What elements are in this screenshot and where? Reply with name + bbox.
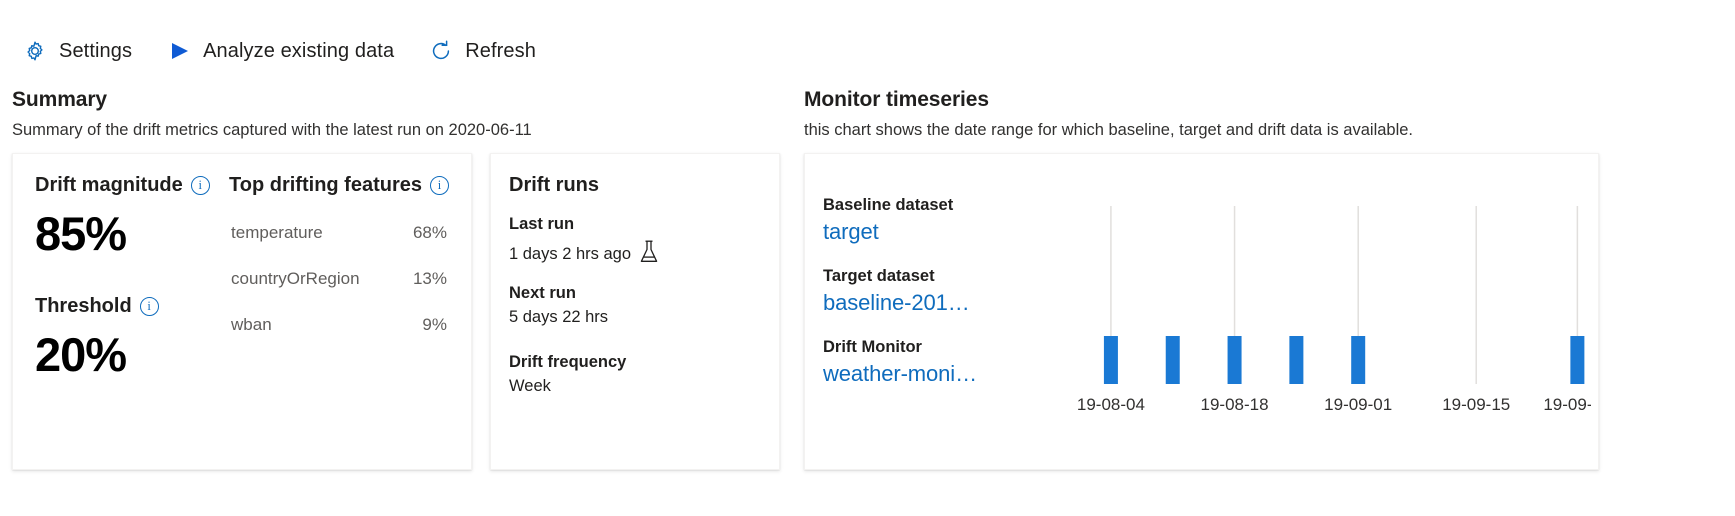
top-drifting-features-info-icon[interactable]: i bbox=[430, 176, 449, 195]
chart-bar[interactable] bbox=[1165, 336, 1180, 384]
timeseries-card-row: Baseline dataset target Target dataset b… bbox=[804, 153, 1720, 470]
drift-magnitude-label: Drift magnitude bbox=[35, 174, 183, 196]
summary-subtitle: Summary of the drift metrics captured wi… bbox=[12, 121, 532, 139]
drift-magnitude-value: 85% bbox=[35, 207, 127, 260]
feature-row: temperature 68% bbox=[229, 223, 449, 243]
summary-metrics-card: Drift magnitude i 85% Threshold i 20% To… bbox=[12, 153, 472, 470]
threshold-label: Threshold bbox=[35, 295, 132, 318]
monitor-timeseries-subtitle: this chart shows the date range for whic… bbox=[804, 121, 1414, 139]
next-run-label: Next run bbox=[509, 284, 576, 302]
drift-monitor-label: Drift Monitor bbox=[823, 338, 922, 356]
summary-title: Summary bbox=[12, 88, 108, 111]
timeseries-bar-chart: 19-08-04 19-08-18 19-09-01 19-09-15 19-09-29 bbox=[1077, 206, 1591, 414]
chart-x-tick-label: 19-09-01 bbox=[1324, 395, 1392, 414]
feature-row: wban 9% bbox=[229, 315, 449, 335]
refresh-button[interactable]: Refresh bbox=[428, 38, 536, 64]
flask-icon[interactable] bbox=[638, 239, 660, 270]
gear-icon bbox=[22, 38, 48, 64]
feature-name: temperature bbox=[231, 223, 323, 242]
drift-magnitude-column: Drift magnitude i 85% Threshold i 20% bbox=[35, 174, 229, 380]
timeseries-legend: Baseline dataset target Target dataset b… bbox=[821, 196, 1011, 469]
drift-frequency-label: Drift frequency bbox=[509, 353, 627, 371]
baseline-dataset-link[interactable]: target bbox=[823, 219, 1011, 245]
drift-runs-title: Drift runs bbox=[509, 174, 599, 196]
last-run-value: 1 days 2 hrs ago bbox=[509, 245, 631, 263]
chart-bar[interactable] bbox=[1289, 336, 1304, 384]
drift-runs-card: Drift runs Last run 1 days 2 hrs ago Nex… bbox=[490, 153, 780, 470]
monitor-timeseries-pane: Monitor timeseries this chart shows the … bbox=[800, 74, 1720, 470]
monitor-timeseries-title: Monitor timeseries bbox=[804, 88, 989, 111]
chart-bar[interactable] bbox=[1351, 336, 1366, 384]
timeseries-chart-card: Baseline dataset target Target dataset b… bbox=[804, 153, 1599, 470]
chart-bar[interactable] bbox=[1570, 336, 1585, 384]
feature-name: countryOrRegion bbox=[231, 269, 360, 288]
threshold-heading: Threshold i bbox=[35, 295, 229, 318]
drift-magnitude-info-icon[interactable]: i bbox=[190, 176, 210, 195]
threshold-info-icon[interactable]: i bbox=[139, 297, 159, 317]
summary-pane: Summary Summary of the drift metrics cap… bbox=[0, 74, 800, 470]
feature-value: 13% bbox=[412, 269, 447, 288]
baseline-dataset-label: Baseline dataset bbox=[823, 196, 954, 214]
settings-button[interactable]: Settings bbox=[22, 38, 132, 64]
feature-row: countryOrRegion 13% bbox=[229, 269, 449, 289]
refresh-icon bbox=[428, 38, 454, 64]
last-run-value-row: 1 days 2 hrs ago bbox=[509, 239, 759, 270]
drift-magnitude-heading: Drift magnitude i bbox=[35, 174, 229, 197]
refresh-label: Refresh bbox=[465, 39, 536, 62]
next-run-value: 5 days 22 hrs bbox=[509, 308, 609, 326]
last-run-label: Last run bbox=[509, 215, 575, 233]
timeseries-plot: 19-08-04 19-08-18 19-09-01 19-09-15 19-09-29 bbox=[1011, 196, 1598, 446]
play-triangle-icon bbox=[166, 38, 192, 64]
chart-x-tick-label: 19-09-29 bbox=[1543, 395, 1591, 414]
main-content: Summary Summary of the drift metrics cap… bbox=[0, 74, 1735, 470]
chart-bar[interactable] bbox=[1227, 336, 1242, 384]
target-dataset-label: Target dataset bbox=[823, 267, 935, 285]
top-drifting-features-label: Top drifting features bbox=[229, 174, 422, 196]
top-drifting-features-heading: Top drifting features i bbox=[229, 174, 449, 197]
command-bar: Settings Analyze existing data Refresh bbox=[0, 0, 1735, 74]
chart-x-tick-label: 19-09-15 bbox=[1442, 395, 1510, 414]
target-dataset-link[interactable]: baseline-201… bbox=[823, 290, 1011, 316]
summary-cards-row: Drift magnitude i 85% Threshold i 20% To… bbox=[12, 153, 800, 470]
threshold-value: 20% bbox=[35, 328, 127, 382]
feature-value: 9% bbox=[422, 315, 447, 334]
drift-frequency-value: Week bbox=[509, 377, 551, 395]
settings-label: Settings bbox=[59, 39, 133, 62]
analyze-existing-data-label: Analyze existing data bbox=[203, 39, 395, 62]
analyze-existing-data-button[interactable]: Analyze existing data bbox=[166, 38, 394, 64]
chart-bar[interactable] bbox=[1103, 336, 1118, 384]
top-drifting-features-column: Top drifting features i temperature 68% … bbox=[229, 174, 449, 380]
chart-x-tick-label: 19-08-18 bbox=[1201, 395, 1269, 414]
drift-monitor-link[interactable]: weather-moni… bbox=[823, 361, 1011, 387]
threshold-block: Threshold i 20% bbox=[35, 295, 229, 382]
feature-name: wban bbox=[231, 315, 272, 334]
feature-value: 68% bbox=[412, 223, 447, 242]
chart-x-tick-label: 19-08-04 bbox=[1077, 395, 1145, 414]
